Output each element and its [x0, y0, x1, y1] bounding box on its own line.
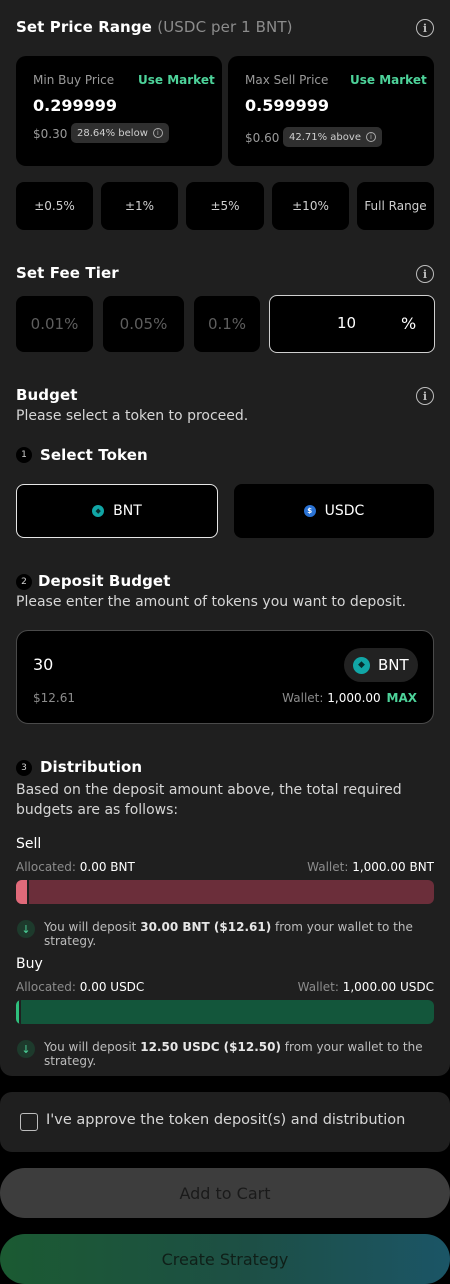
- distribution-title: Distribution: [40, 758, 143, 776]
- buy-title: Buy: [16, 956, 43, 972]
- buy-allocation-fill: [16, 1000, 22, 1024]
- sell-title: Sell: [16, 836, 42, 852]
- info-icon[interactable]: i: [152, 128, 163, 138]
- sell-deposit-note: You will deposit 30.00 BNT ($12.61) from…: [44, 920, 450, 948]
- deposit-wallet-row: Wallet: 1,000.00 MAX: [282, 691, 417, 705]
- deposit-token-symbol: BNT: [378, 656, 409, 674]
- fee-custom-unit: %: [401, 314, 417, 333]
- max-price-label: Max Sell Price: [245, 73, 329, 87]
- info-icon[interactable]: i: [416, 387, 434, 405]
- info-icon[interactable]: i: [416, 265, 434, 283]
- sell-allocated: Allocated: 0.00 BNT: [16, 860, 135, 874]
- max-badge-text: 42.71% above: [289, 131, 361, 143]
- sell-allocated-label: Allocated:: [16, 860, 76, 874]
- approve-checkbox[interactable]: [20, 1113, 38, 1131]
- token-option-bnt[interactable]: ◆ BNT: [16, 484, 218, 538]
- budget-description: Please select a token to proceed.: [16, 408, 249, 424]
- max-price-value[interactable]: 0.599999: [245, 96, 329, 115]
- create-strategy-button[interactable]: Create Strategy: [0, 1234, 450, 1284]
- sell-wallet-label: Wallet:: [307, 860, 349, 874]
- range-preset-10[interactable]: ±10%: [272, 182, 349, 230]
- price-range-title: Set Price Range: [16, 18, 152, 36]
- fee-tier-title: Set Fee Tier: [16, 264, 119, 282]
- deposit-amount-input[interactable]: 30: [33, 655, 53, 674]
- max-use-market-link[interactable]: Use Market: [350, 73, 427, 87]
- select-token-title: Select Token: [40, 446, 148, 464]
- max-price-badge: 42.71% above i: [283, 127, 382, 147]
- fee-option-0-05[interactable]: 0.05%: [103, 296, 184, 352]
- sell-wallet-value: 1,000.00 BNT: [352, 860, 434, 874]
- max-sell-price-box[interactable]: Max Sell Price Use Market 0.599999 $0.60…: [228, 56, 434, 166]
- price-range-header: Set Price Range (USDC per 1 BNT): [16, 18, 293, 36]
- wallet-label: Wallet:: [282, 691, 324, 705]
- download-icon: ↓: [17, 1040, 35, 1058]
- step-3-badge: 3: [16, 760, 32, 776]
- buy-note-amount: 12.50 USDC ($12.50): [140, 1040, 281, 1054]
- fee-custom-input[interactable]: 10 %: [269, 295, 435, 353]
- distribution-description: Based on the deposit amount above, the t…: [16, 782, 402, 818]
- token-option-usdc[interactable]: $ USDC: [234, 484, 434, 538]
- fee-custom-value[interactable]: 10: [337, 314, 356, 332]
- min-use-market-link[interactable]: Use Market: [138, 73, 215, 87]
- sell-note-pre: You will deposit: [44, 920, 137, 934]
- sell-allocated-value: 0.00 BNT: [79, 860, 135, 874]
- fee-option-0-01[interactable]: 0.01%: [16, 296, 93, 352]
- buy-allocated-label: Allocated:: [16, 980, 76, 994]
- min-badge-text: 28.64% below: [77, 127, 148, 139]
- token-bnt-label: BNT: [113, 503, 142, 519]
- wallet-balance: 1,000.00: [327, 691, 381, 705]
- min-price-badge: 28.64% below i: [71, 123, 169, 143]
- download-icon: ↓: [17, 920, 35, 938]
- strategy-form-panel: Set Price Range (USDC per 1 BNT) i Min B…: [0, 0, 450, 1076]
- fee-option-0-1[interactable]: 0.1%: [194, 296, 260, 352]
- usdc-token-icon: $: [303, 505, 316, 517]
- sell-allocation-bar: [16, 880, 434, 904]
- bnt-token-icon: ◆: [92, 505, 105, 517]
- price-range-subtitle: (USDC per 1 BNT): [157, 18, 293, 36]
- token-usdc-label: USDC: [324, 503, 365, 519]
- buy-wallet-label: Wallet:: [297, 980, 339, 994]
- buy-allocation-bar: [16, 1000, 434, 1024]
- info-icon[interactable]: i: [416, 19, 434, 37]
- approve-label[interactable]: I've approve the token deposit(s) and di…: [46, 1112, 405, 1128]
- bnt-token-icon: ◆: [353, 656, 370, 674]
- step-2-badge: 2: [16, 574, 32, 590]
- deposit-budget-title: Deposit Budget: [38, 572, 171, 590]
- min-buy-price-box[interactable]: Min Buy Price Use Market 0.299999 $0.30 …: [16, 56, 222, 166]
- deposit-amount-box[interactable]: 30 ◆ BNT $12.61 Wallet: 1,000.00 MAX: [16, 630, 434, 724]
- buy-wallet-value: 1,000.00 USDC: [342, 980, 434, 994]
- sell-allocation-fill: [16, 880, 29, 904]
- approve-panel: I've approve the token deposit(s) and di…: [0, 1092, 450, 1152]
- step-1-badge: 1: [16, 447, 32, 463]
- buy-wallet: Wallet: 1,000.00 USDC: [298, 980, 434, 994]
- buy-allocated: Allocated: 0.00 USDC: [16, 980, 144, 994]
- min-price-label: Min Buy Price: [33, 73, 115, 87]
- max-button[interactable]: MAX: [387, 691, 417, 705]
- deposit-budget-description: Please enter the amount of tokens you wa…: [16, 594, 407, 610]
- range-preset-full[interactable]: Full Range: [357, 182, 434, 230]
- add-to-cart-button[interactable]: Add to Cart: [0, 1168, 450, 1218]
- range-preset-1[interactable]: ±1%: [101, 182, 178, 230]
- range-preset-0-5[interactable]: ±0.5%: [16, 182, 93, 230]
- deposit-usd-value: $12.61: [33, 691, 75, 705]
- buy-deposit-note: You will deposit 12.50 USDC ($12.50) fro…: [44, 1040, 450, 1068]
- budget-title: Budget: [16, 386, 78, 404]
- buy-allocated-value: 0.00 USDC: [79, 980, 145, 994]
- min-price-value[interactable]: 0.299999: [33, 96, 117, 115]
- sell-wallet: Wallet: 1,000.00 BNT: [307, 860, 434, 874]
- range-preset-5[interactable]: ±5%: [186, 182, 264, 230]
- buy-note-pre: You will deposit: [44, 1040, 137, 1054]
- sell-note-amount: 30.00 BNT ($12.61): [140, 920, 272, 934]
- info-icon[interactable]: i: [365, 132, 376, 142]
- deposit-token-chip: ◆ BNT: [344, 648, 418, 682]
- min-price-usd: $0.30: [33, 127, 68, 141]
- max-price-usd: $0.60: [245, 131, 280, 145]
